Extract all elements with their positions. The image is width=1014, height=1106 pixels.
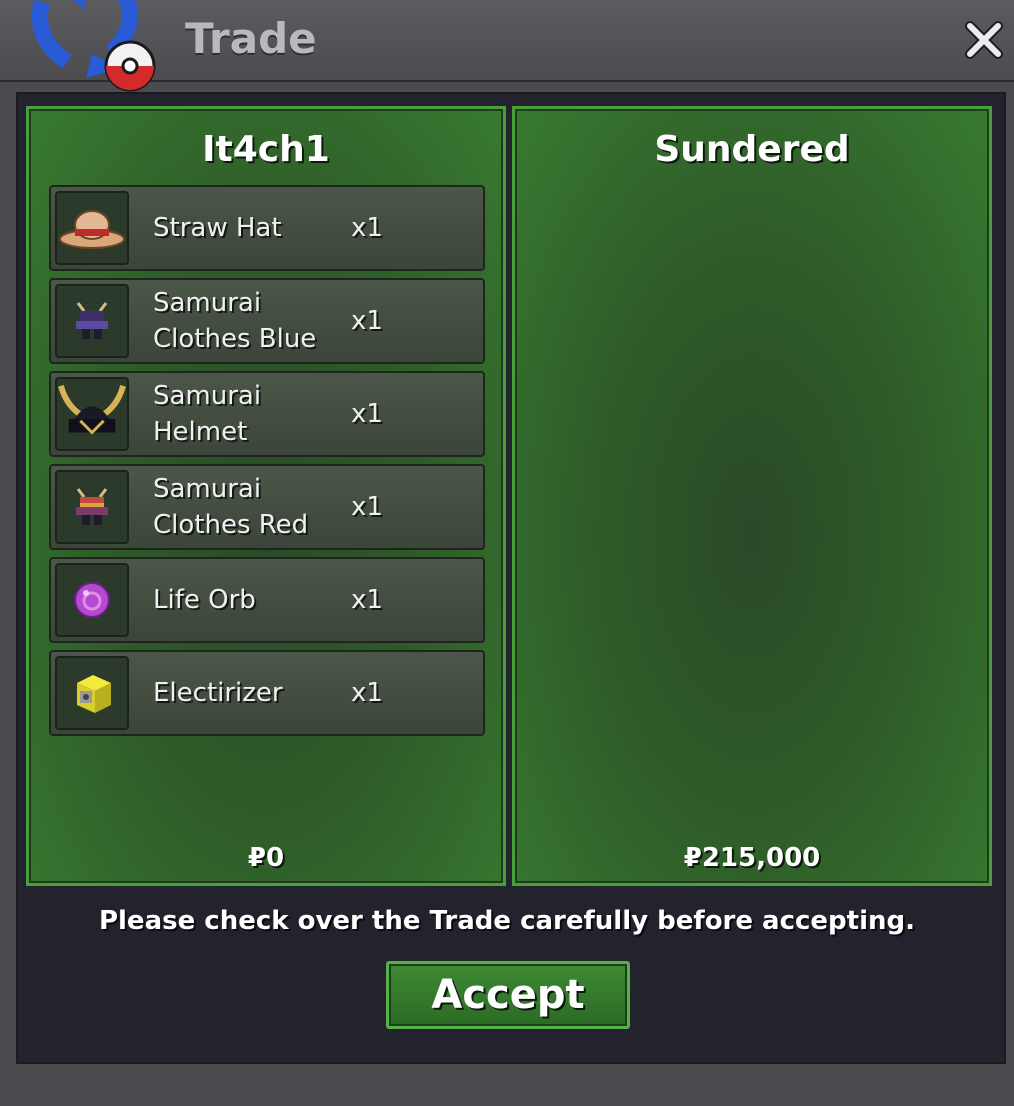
partner-player-name: Sundered (654, 129, 850, 170)
item-quantity: x1 (351, 678, 383, 708)
electirizer-icon (55, 656, 129, 730)
my-player-name: It4ch1 (202, 129, 330, 170)
pokeball-swap-icon (31, 0, 156, 92)
trade-window: Trade It4ch1 Straw Hat x1 Samurai Clothe… (0, 0, 1014, 1106)
item-name: Samurai Clothes Red (153, 474, 309, 540)
trade-notice: Please check over the Trade carefully be… (98, 906, 916, 936)
accept-button[interactable]: Accept (386, 961, 630, 1029)
item-name: Straw Hat (153, 213, 282, 243)
item-quantity: x1 (351, 585, 383, 615)
trade-item-row[interactable]: Straw Hat x1 (49, 185, 485, 271)
trade-item-row[interactable]: Samurai Helmet x1 (49, 371, 485, 457)
item-name: Samurai Clothes Blue (153, 288, 317, 354)
item-quantity: x1 (351, 399, 383, 429)
close-icon (965, 21, 1003, 59)
close-button[interactable] (962, 18, 1006, 62)
trade-item-row[interactable]: Samurai Clothes Blue x1 (49, 278, 485, 364)
item-name: Life Orb (153, 585, 256, 615)
my-offer-panel: It4ch1 Straw Hat x1 Samurai Clothes Blue… (26, 106, 506, 886)
trade-item-row[interactable]: Electirizer x1 (49, 650, 485, 736)
item-name: Samurai Helmet (153, 381, 262, 447)
partner-offer-panel: Sundered ₽215,000 (512, 106, 992, 886)
my-money-offer: ₽0 (247, 843, 285, 873)
item-quantity: x1 (351, 213, 383, 243)
title-bar[interactable]: Trade (0, 0, 1014, 92)
samurai-helmet-icon (55, 377, 129, 451)
item-name: Electirizer (153, 678, 283, 708)
item-quantity: x1 (351, 492, 383, 522)
partner-money-offer: ₽215,000 (683, 843, 821, 873)
straw-hat-icon (55, 191, 129, 265)
my-item-list: Straw Hat x1 Samurai Clothes Blue x1 Sam… (49, 185, 485, 743)
trade-item-row[interactable]: Life Orb x1 (49, 557, 485, 643)
item-quantity: x1 (351, 306, 383, 336)
samurai-clothes-blue-icon (55, 284, 129, 358)
window-title: Trade (185, 14, 317, 63)
life-orb-icon (55, 563, 129, 637)
samurai-clothes-red-icon (55, 470, 129, 544)
trade-item-row[interactable]: Samurai Clothes Red x1 (49, 464, 485, 550)
